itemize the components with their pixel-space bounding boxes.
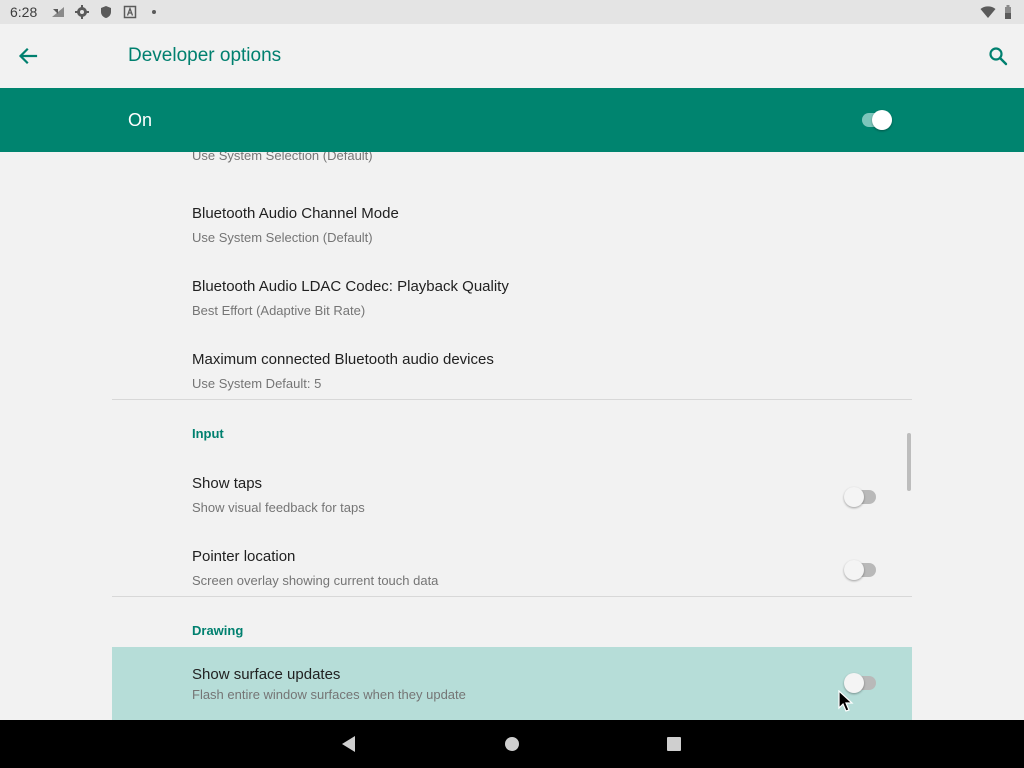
- nav-back-button[interactable]: [337, 732, 361, 756]
- switch-thumb: [844, 560, 864, 580]
- arrow-back-icon: [18, 47, 38, 65]
- battery-icon: [1005, 5, 1011, 19]
- master-switch-bar[interactable]: On: [0, 88, 1024, 152]
- screen: 6:28 Developer options On Use System Sel…: [0, 0, 1024, 768]
- divider: [112, 596, 912, 597]
- item-title: Pointer location: [192, 548, 296, 565]
- item-title: Bluetooth Audio LDAC Codec: Playback Qua…: [192, 278, 509, 295]
- mouse-cursor-icon: [838, 690, 854, 712]
- dot-icon: [152, 10, 157, 14]
- status-time: 6:28: [10, 4, 38, 20]
- master-switch[interactable]: [860, 108, 896, 132]
- list-item-show-surface-updates[interactable]: Show surface updates Flash entire window…: [112, 647, 912, 720]
- item-summary: Show visual feedback for taps: [192, 500, 365, 515]
- switch-thumb: [844, 487, 864, 507]
- scrollbar[interactable]: [907, 433, 911, 491]
- navigation-bar: [0, 720, 1024, 768]
- category-input: Input: [192, 426, 224, 441]
- search-icon: [989, 47, 1008, 66]
- item-title: Bluetooth Audio Channel Mode: [192, 205, 399, 222]
- master-switch-label: On: [128, 110, 153, 130]
- status-icons: [51, 5, 161, 19]
- list-item-pointer-location[interactable]: Pointer location Screen overlay showing …: [112, 535, 912, 608]
- item-title: Show surface updates: [192, 666, 341, 683]
- item-title: Maximum connected Bluetooth audio device…: [192, 351, 494, 368]
- show-taps-switch[interactable]: [844, 485, 880, 509]
- master-switch-thumb: [872, 110, 892, 130]
- item-title: Show taps: [192, 475, 263, 492]
- item-summary: Flash entire window surfaces when they u…: [192, 687, 466, 702]
- list-item-show-taps[interactable]: Show taps Show visual feedback for taps: [112, 462, 912, 535]
- gear-icon: [75, 5, 90, 19]
- a-box-icon: [124, 5, 137, 19]
- list-item-bt-ldac-quality[interactable]: Bluetooth Audio LDAC Codec: Playback Qua…: [112, 265, 912, 338]
- item-summary: Screen overlay showing current touch dat…: [192, 573, 439, 588]
- nav-home-icon: [505, 737, 519, 751]
- status-right: [980, 0, 1012, 24]
- item-summary: Use System Default: 5: [192, 376, 322, 391]
- divider: [112, 399, 912, 400]
- page-title: Developer options: [128, 45, 282, 66]
- back-button[interactable]: [12, 40, 44, 72]
- item-summary: Use System Selection (Default): [192, 230, 373, 245]
- toolbar: Developer options: [0, 24, 1024, 88]
- nav-recents-icon: [667, 737, 681, 751]
- pointer-location-switch[interactable]: [844, 558, 880, 582]
- list-item-bt-channel-mode[interactable]: Bluetooth Audio Channel Mode Use System …: [112, 192, 912, 265]
- signal-icon: [52, 7, 65, 17]
- status-bar: 6:28: [0, 0, 1024, 24]
- settings-list: Use System Selection (Default) Bluetooth…: [0, 152, 1024, 720]
- partial-item-summary: Use System Selection (Default): [192, 152, 373, 163]
- search-button[interactable]: [982, 40, 1014, 72]
- list-item-max-bt-devices[interactable]: Maximum connected Bluetooth audio device…: [112, 338, 912, 411]
- nav-home-button[interactable]: [500, 732, 524, 756]
- category-drawing: Drawing: [192, 623, 244, 638]
- wifi-icon: [980, 6, 996, 18]
- item-summary: Best Effort (Adaptive Bit Rate): [192, 303, 366, 318]
- nav-back-icon: [342, 736, 355, 752]
- nav-recents-button[interactable]: [662, 732, 686, 756]
- shield-icon: [101, 6, 112, 18]
